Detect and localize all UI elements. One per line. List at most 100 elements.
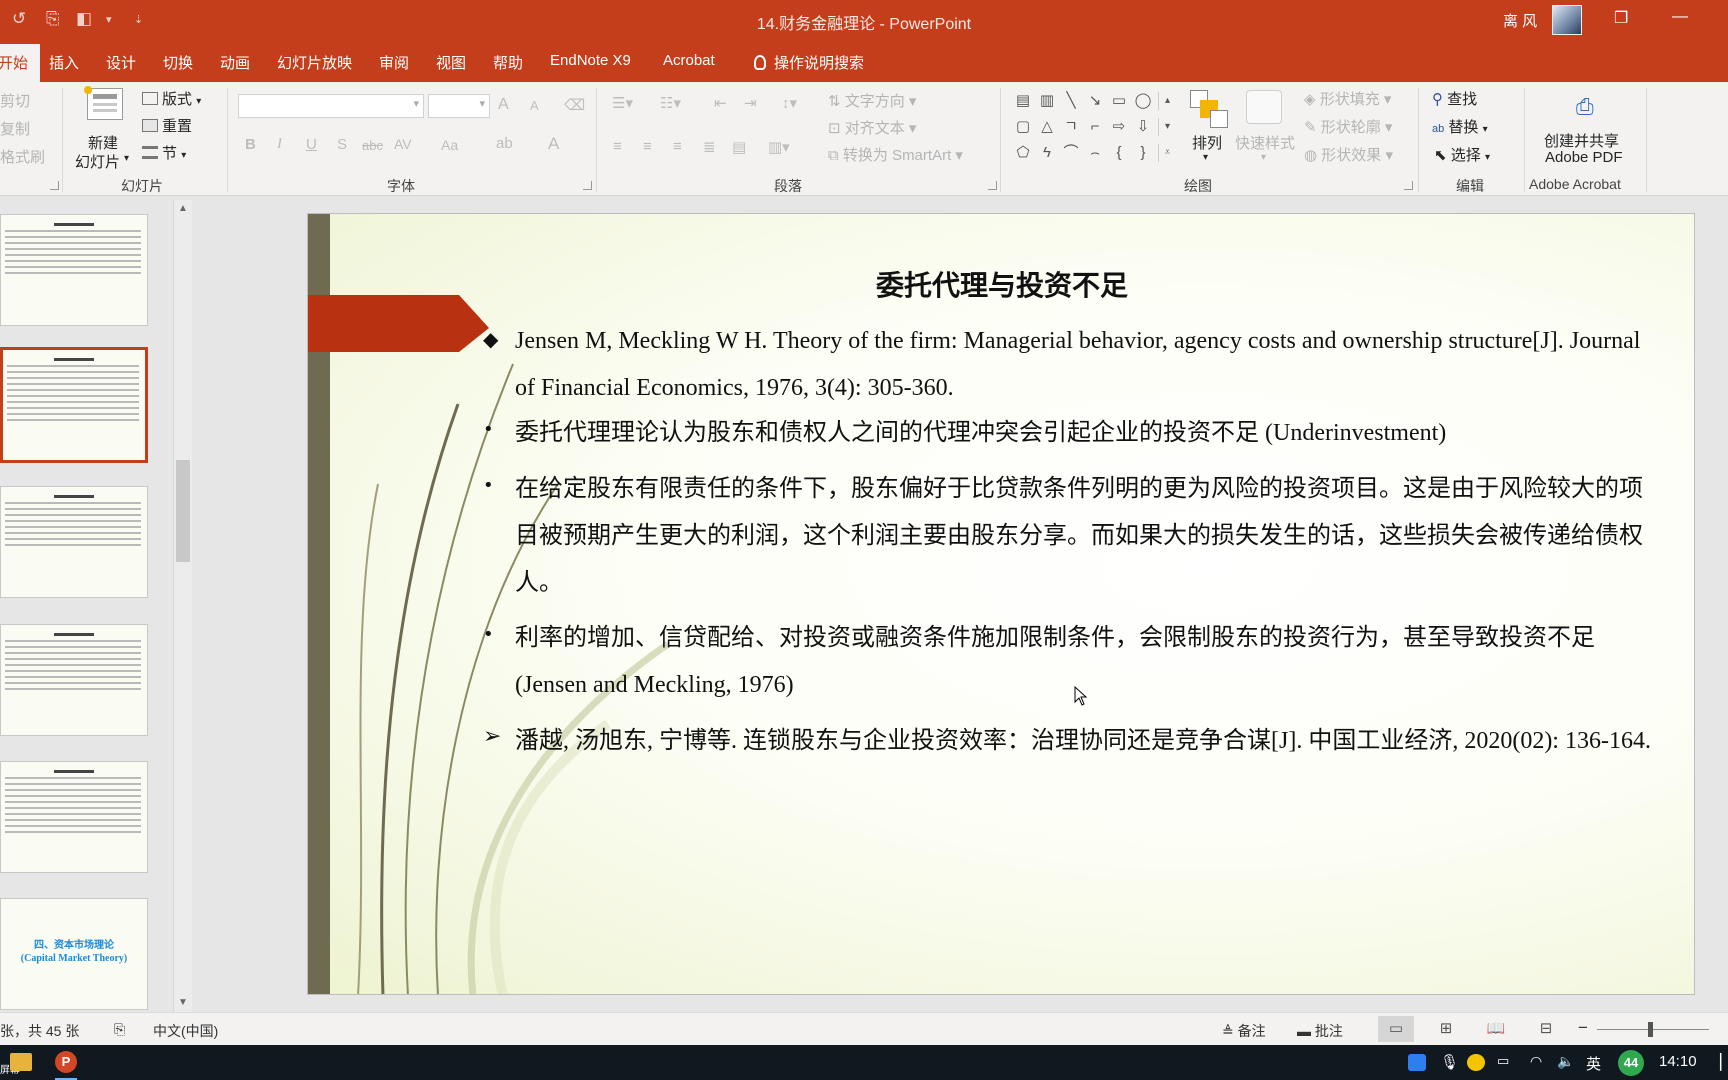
elbow-connector-icon[interactable]: ㄱ [1062,118,1080,136]
tab-slideshow[interactable]: 幻灯片放映 [277,52,352,73]
normal-view-icon[interactable]: ▭ [1378,1016,1414,1042]
font-name-combo[interactable]: ▾ [238,94,424,118]
rounded-rect-shape-icon[interactable]: ▢ [1014,118,1032,136]
character-spacing-button[interactable]: AV [394,136,412,152]
vertical-textbox-shape-icon[interactable]: ▥ [1038,92,1056,110]
rectangle-shape-icon[interactable]: ▭ [1110,92,1128,110]
columns-icon[interactable]: ▥▾ [768,138,790,156]
drawing-launcher-icon[interactable] [1404,181,1413,190]
shape-effects-button[interactable]: ◍ 形状效果 ▾ [1304,144,1393,165]
italic-button[interactable]: I [277,136,282,153]
wifi-icon[interactable]: ◠ [1530,1053,1542,1070]
shrink-font-button[interactable]: A [530,98,539,113]
battery-icon[interactable]: ▭ [1497,1053,1509,1069]
section-button[interactable]: 节 ▾ [142,142,186,163]
paragraph-launcher-icon[interactable] [988,181,997,190]
arc-shape-icon[interactable]: ⌢ [1086,144,1104,162]
cut-button[interactable]: 剪切 [0,90,30,111]
slide-paragraph[interactable]: Jensen M, Meckling W H. Theory of the fi… [515,318,1655,412]
left-brace-shape-icon[interactable]: { [1110,144,1128,162]
underline-button[interactable]: U [306,136,317,153]
increase-indent-icon[interactable]: ⇥ [744,94,757,112]
volume-icon[interactable]: 🔈 [1557,1053,1574,1070]
notes-button[interactable]: ≜ 备注 [1222,1021,1266,1041]
elbow-arrow-icon[interactable]: ⌐ [1086,118,1104,136]
avatar[interactable] [1552,5,1582,35]
zoom-slider-thumb[interactable] [1648,1022,1653,1037]
tab-transitions[interactable]: 切换 [163,52,193,73]
slide-paragraph[interactable]: 委托代理理论认为股东和债权人之间的代理冲突会引起企业的投资不足 (Underin… [515,410,1655,457]
slide-thumbnail[interactable] [0,624,148,736]
font-launcher-icon[interactable] [583,181,592,190]
slide-paragraph[interactable]: 潘越, 汤旭东, 宁博等. 连锁股东与企业投资效率：治理协同还是竞争合谋[J].… [515,718,1655,765]
align-left-icon[interactable]: ≡ [613,138,622,155]
find-button[interactable]: ⚲ 查找 [1432,88,1477,109]
highlight-icon[interactable]: ab [496,135,513,152]
minimize-icon[interactable]: — [1672,8,1688,26]
text-direction-button[interactable]: ⇅ 文字方向 ▾ [828,90,916,111]
zoom-slider[interactable] [1597,1029,1709,1030]
slide-canvas[interactable]: 委托代理与投资不足 ◆ Jensen M, Meckling W H. Theo… [307,213,1695,995]
slide-paragraph[interactable]: 在给定股东有限责任的条件下，股东偏好于比贷款条件列明的更为风险的投资项目。这是由… [515,466,1655,607]
curve-shape-icon[interactable]: ⌒ [1062,144,1080,162]
app-tray-icon[interactable] [1467,1054,1485,1071]
microphone-icon[interactable]: 🎙 [1440,1053,1459,1071]
scrollbar-handle[interactable] [176,460,190,562]
gallery-up-icon[interactable]: ▴ [1158,92,1176,110]
grow-font-button[interactable]: A [498,96,509,114]
down-arrow-shape-icon[interactable]: ⇩ [1134,118,1152,136]
triangle-shape-icon[interactable]: △ [1038,118,1056,136]
tab-view[interactable]: 视图 [436,52,466,73]
slide-thumbnail[interactable] [0,214,148,326]
line-spacing-icon[interactable]: ↕▾ [782,94,797,112]
convert-smartart-button[interactable]: ⧉ 转换为 SmartArt ▾ [828,144,963,165]
notification-badge[interactable]: 44 [1618,1050,1644,1076]
slide-thumbnail-section[interactable]: 四、资本市场理论 (Capital Market Theory) [0,898,148,1010]
freeform-shape-icon[interactable]: ⬠ [1014,144,1032,162]
bold-button[interactable]: B [245,136,256,153]
scroll-up-icon[interactable]: ▲ [178,203,188,214]
slide-thumbnail[interactable] [0,486,148,598]
right-arrow-shape-icon[interactable]: ⇨ [1110,118,1128,136]
replace-button[interactable]: ab 替换 ▾ [1432,116,1488,137]
tab-home[interactable]: 开始 [0,44,41,82]
reading-view-icon[interactable]: 📖 [1478,1016,1514,1042]
comments-button[interactable]: ▬ 批注 [1297,1021,1343,1041]
tab-review[interactable]: 审阅 [379,52,409,73]
right-brace-shape-icon[interactable]: } [1134,144,1152,162]
arrow-shape-icon[interactable]: ↘ [1086,92,1104,110]
strikethrough-button[interactable]: abc [362,138,383,153]
reset-button[interactable]: 重置 [142,115,192,136]
align-text-button[interactable]: ⊡ 对齐文本 ▾ [828,117,916,138]
user-name[interactable]: 离 风 [1503,10,1537,31]
ime-indicator[interactable]: 英 [1586,1053,1601,1074]
shape-outline-button[interactable]: ✎ 形状轮廓 ▾ [1304,116,1392,137]
clipboard-launcher-icon[interactable] [50,181,59,190]
font-color-button[interactable]: A [548,134,559,154]
shadow-button[interactable]: S [337,136,347,153]
justify-icon[interactable]: ≣ [703,138,716,156]
slide-title[interactable]: 委托代理与投资不足 [308,264,1694,304]
tab-design[interactable]: 设计 [106,52,136,73]
restore-icon[interactable]: ❐ [1614,8,1628,28]
language-indicator[interactable]: 中文(中国) [153,1021,218,1041]
align-center-icon[interactable]: ≡ [643,138,652,155]
tab-acrobat[interactable]: Acrobat [663,52,715,69]
tab-insert[interactable]: 插入 [49,52,79,73]
tab-endnote[interactable]: EndNote X9 [550,52,631,69]
file-explorer-icon[interactable] [10,1053,32,1071]
format-painter-button[interactable]: 格式刷 [0,146,45,167]
powerpoint-taskbar-icon[interactable]: P [55,1051,77,1073]
cloud-icon[interactable] [1408,1054,1426,1071]
shape-fill-button[interactable]: ◈ 形状填充 ▾ [1304,88,1391,109]
align-right-icon[interactable]: ≡ [673,138,682,155]
slide-thumbnail-current[interactable] [0,347,148,463]
tab-help[interactable]: 帮助 [493,52,523,73]
gallery-down-icon[interactable]: ▾ [1158,118,1176,136]
distributed-icon[interactable]: ▤ [732,138,746,156]
decrease-indent-icon[interactable]: ⇤ [714,94,727,112]
clear-formatting-icon[interactable]: ⌫ [564,96,585,114]
numbering-icon[interactable]: ☷▾ [660,94,681,112]
copy-button[interactable]: 复制 [0,118,30,139]
oval-shape-icon[interactable]: ◯ [1134,92,1152,110]
